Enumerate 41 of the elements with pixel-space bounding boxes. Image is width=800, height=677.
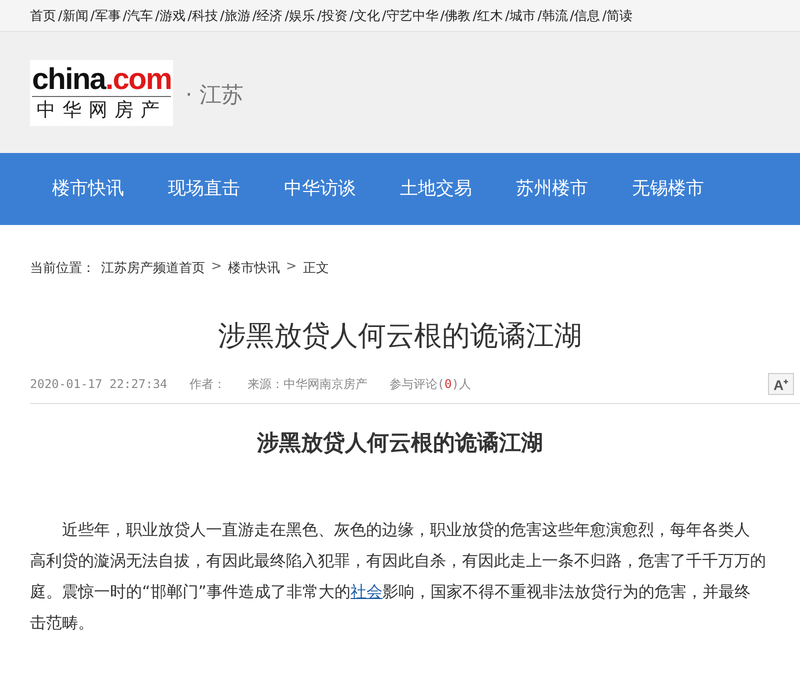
article-title: 涉黑放贷人何云根的诡谲江湖 [217, 318, 583, 354]
site-logo[interactable]: china.com 中华网房产 [30, 60, 174, 126]
article-paragraph: 近些年，职业放贷人一直游走在黑色、灰色的边缘，职业放贷的危害这些年愈演愈烈，每年各类人 高利贷的漩涡无法自拔，有因此最终陷入犯罪，有因此自杀，有因此走上一条不归路，危害了千千万万的 庭。震惊一时的“邯郸门”事件造成了非常大的社会影响，国家不得不重视非法放贷行为的危害，并最终 击范畴。 [30, 519, 767, 634]
nav-item[interactable]: 无锡楼市 [610, 153, 726, 225]
channel-link[interactable]: /简读 [602, 6, 633, 24]
channel-link[interactable]: /娱乐 [284, 6, 316, 24]
author-label: 作者： [189, 376, 226, 392]
breadcrumb-link[interactable]: 江苏房产频道首页 [101, 259, 205, 277]
channel-link[interactable]: /红木 [472, 6, 504, 24]
channel-link[interactable]: /军事 [90, 6, 121, 24]
comment-count: 参与评论(0)人 [389, 376, 471, 392]
breadcrumb-separator: > [286, 259, 297, 276]
breadcrumb-separator: > [211, 259, 222, 276]
breadcrumb-label: 当前位置： [30, 260, 95, 277]
channel-link[interactable]: /文化 [350, 6, 380, 24]
channel-link[interactable]: /新闻 [58, 6, 88, 24]
publish-date: 2020-01-17 22:27:34 [30, 377, 168, 391]
channel-link[interactable]: /经济 [252, 6, 283, 24]
channel-link[interactable]: /守艺中华 [382, 6, 438, 24]
keyword-link[interactable]: 社会 [350, 582, 383, 601]
channel-link[interactable]: /韩流 [537, 6, 568, 24]
region-label: · 江苏 [185, 82, 244, 110]
breadcrumb-link[interactable]: 楼市快讯 [228, 259, 280, 277]
channel-link[interactable]: 首页 [30, 6, 56, 24]
breadcrumb-link[interactable]: 正文 [302, 259, 329, 277]
font-size-button[interactable]: A⁺ [768, 373, 794, 395]
channel-link[interactable]: /佛教 [440, 6, 471, 24]
channel-link[interactable]: /旅游 [220, 6, 250, 24]
nav-item[interactable]: 中华访谈 [262, 153, 378, 225]
nav-item[interactable]: 楼市快讯 [30, 153, 146, 225]
nav-item[interactable]: 现场直击 [146, 153, 262, 225]
channel-link[interactable]: /信息 [570, 6, 600, 24]
nav-item[interactable]: 苏州楼市 [494, 153, 610, 225]
channel-link[interactable]: /游戏 [155, 6, 186, 24]
channel-link[interactable]: /城市 [505, 6, 536, 24]
source-label: 来源：中华网南京房产 [247, 376, 368, 392]
channel-link[interactable]: /投资 [317, 6, 348, 24]
channel-link[interactable]: /汽车 [122, 6, 154, 24]
article-subtitle: 涉黑放贷人何云根的诡谲江湖 [256, 430, 544, 458]
channel-link[interactable]: /科技 [188, 6, 218, 24]
nav-item[interactable]: 土地交易 [378, 153, 494, 225]
